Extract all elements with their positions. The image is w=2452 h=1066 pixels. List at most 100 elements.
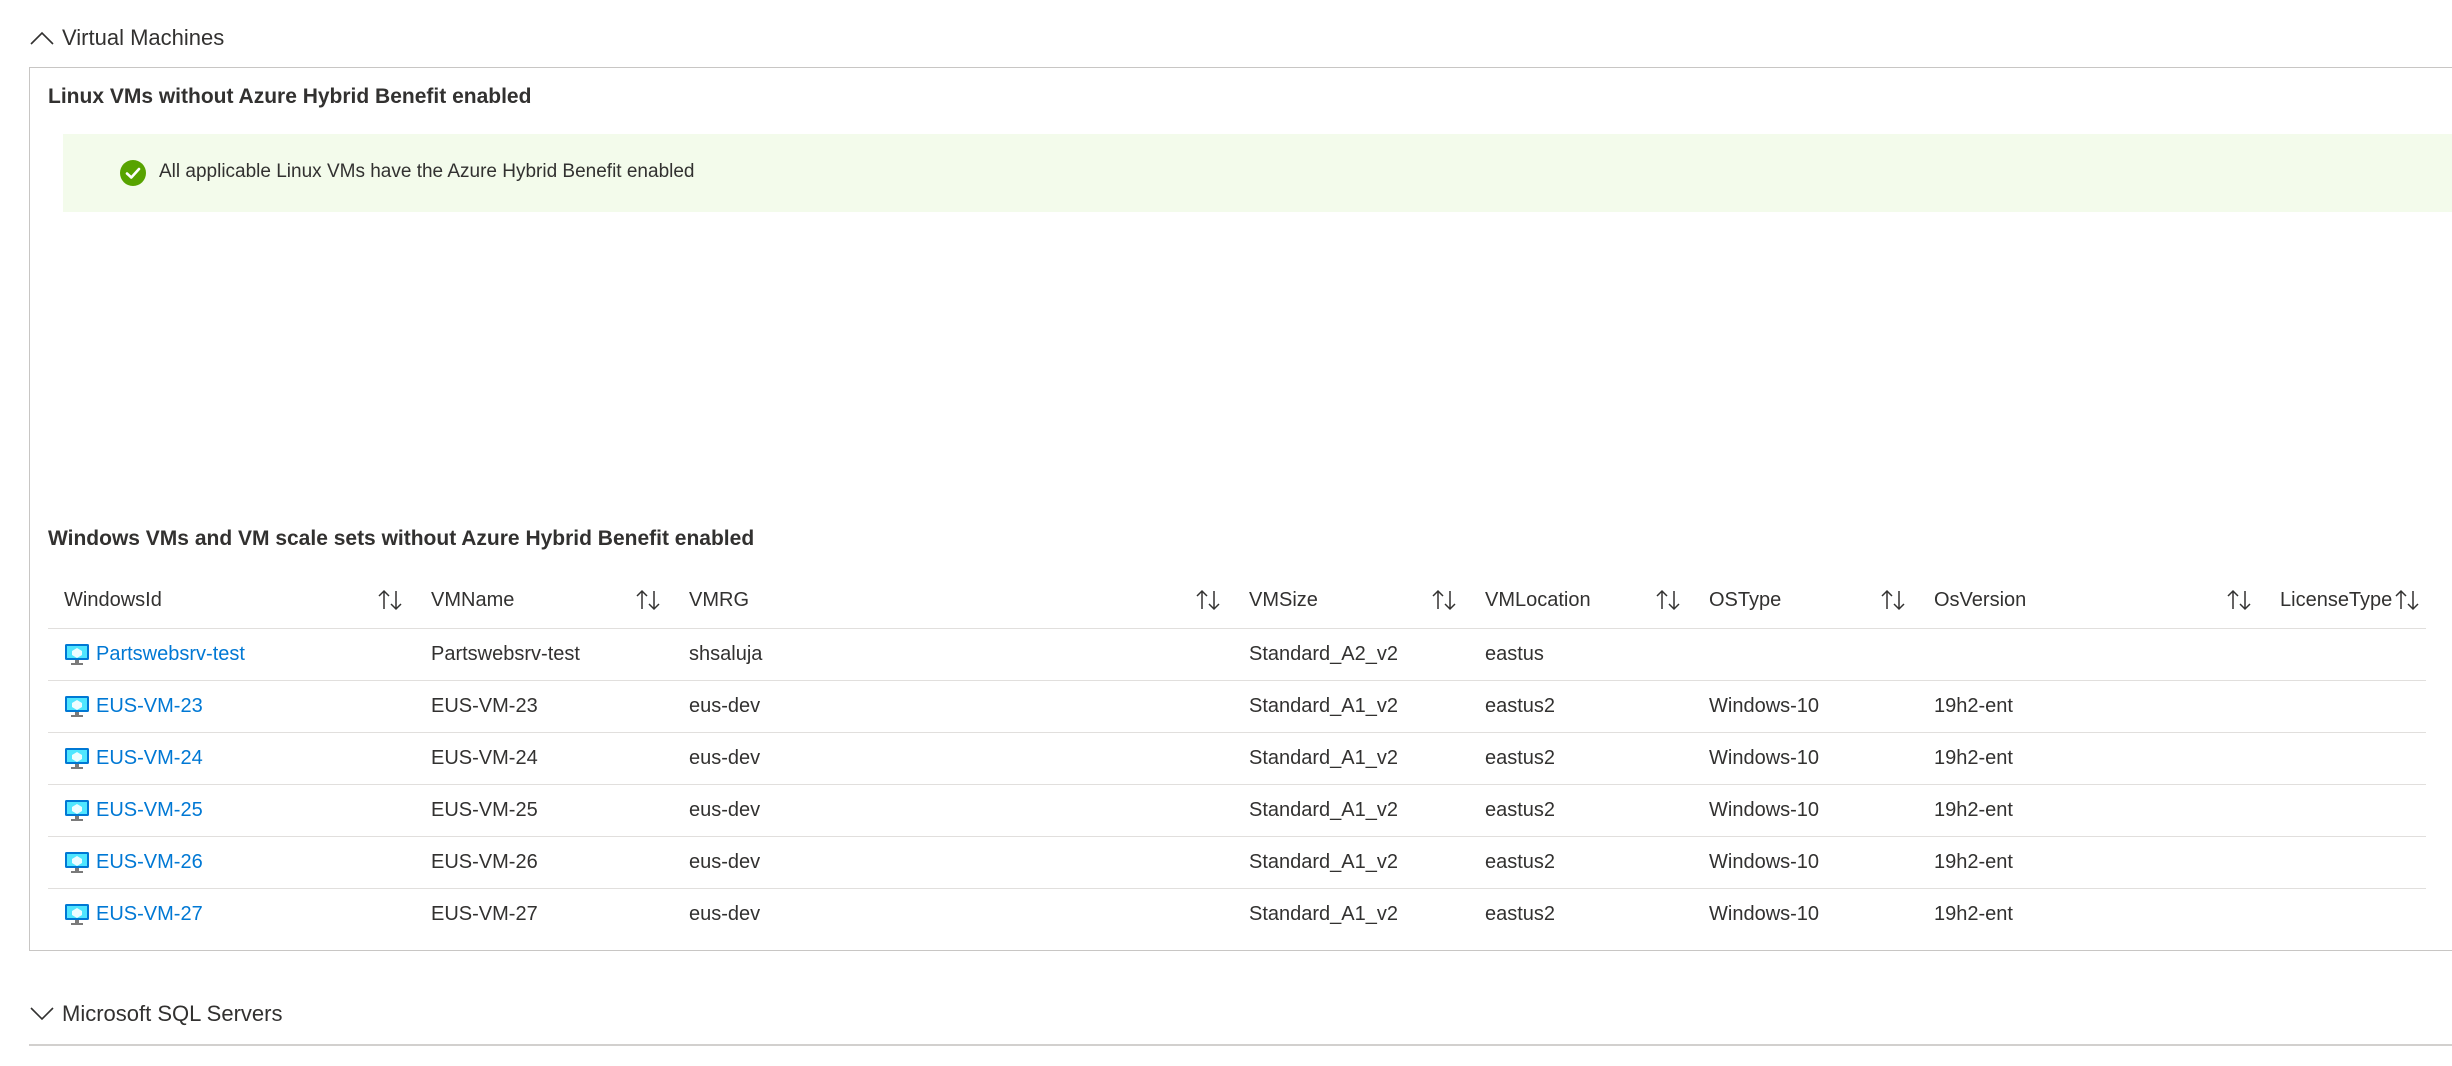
- virtual-machine-icon: [65, 903, 89, 925]
- virtual-machines-panel: Linux VMs without Azure Hybrid Benefit e…: [29, 67, 2452, 951]
- cell-location: eastus2: [1469, 680, 1693, 733]
- cell-text: Standard_A1_v2: [1249, 747, 1399, 769]
- cell-text: Windows-10: [1709, 903, 1820, 925]
- cell-rg: eus-dev: [673, 784, 1233, 837]
- cell-text: eus-dev: [689, 851, 761, 873]
- sort-arrows-icon[interactable]: [375, 588, 405, 612]
- cell-text: [2264, 851, 2280, 873]
- cell-text: eastus2: [1485, 903, 1556, 925]
- windows-vms-table: WindowsId VMName VMRG VMSize VMLocation …: [48, 572, 2427, 941]
- cell-size: Standard_A1_v2: [1233, 784, 1469, 837]
- sql-servers-section-header[interactable]: Microsoft SQL Servers: [28, 997, 282, 1031]
- column-label: VMSize: [1249, 588, 1318, 611]
- column-header-vmsize[interactable]: VMSize: [1233, 572, 1469, 629]
- table-row[interactable]: EUS-VM-23 EUS-VM-23 eus-dev Standard_A1_v2 e…: [48, 680, 2427, 733]
- cell-rg: eus-dev: [673, 889, 1233, 941]
- cell-osversion: [1918, 628, 2264, 681]
- linux-success-banner: All applicable Linux VMs have the Azure …: [63, 134, 2452, 212]
- cell-rg: eus-dev: [673, 836, 1233, 889]
- cell-windowsid[interactable]: EUS-VM-27: [48, 889, 415, 941]
- column-header-ostype[interactable]: OSType: [1693, 572, 1918, 629]
- virtual-machine-icon: [65, 643, 89, 665]
- vm-link[interactable]: EUS-VM-23: [48, 695, 415, 719]
- cell-location: eastus: [1469, 628, 1693, 681]
- sort-arrows-icon[interactable]: [2224, 588, 2254, 612]
- cell-text: EUS-VM-26: [431, 851, 538, 873]
- column-header-osversion[interactable]: OsVersion: [1918, 572, 2264, 629]
- table-row[interactable]: Partswebsrv-test Partswebsrv-test shsaluja…: [48, 628, 2427, 681]
- cell-text: Standard_A2_v2: [1249, 643, 1399, 665]
- sort-arrows-icon[interactable]: [1193, 588, 1223, 612]
- virtual-machines-section-header[interactable]: Virtual Machines: [28, 21, 224, 55]
- cell-rg: eus-dev: [673, 680, 1233, 733]
- cell-size: Standard_A1_v2: [1233, 680, 1469, 733]
- table-row[interactable]: EUS-VM-25 EUS-VM-25 eus-dev Standard_A1_v2 e…: [48, 784, 2427, 837]
- cell-size: Standard_A1_v2: [1233, 836, 1469, 889]
- cell-text: Windows-10: [1709, 747, 1820, 769]
- check-circle-icon: [120, 160, 146, 186]
- cell-location: eastus2: [1469, 889, 1693, 941]
- vm-link-text: EUS-VM-25: [96, 799, 203, 821]
- cell-location: eastus2: [1469, 836, 1693, 889]
- cell-windowsid[interactable]: EUS-VM-23: [48, 680, 415, 733]
- cell-windowsid[interactable]: EUS-VM-24: [48, 732, 415, 785]
- cell-name: EUS-VM-24: [415, 732, 673, 785]
- cell-text: eastus2: [1485, 799, 1556, 821]
- table-row[interactable]: EUS-VM-26 EUS-VM-26 eus-dev Standard_A1_v2 e…: [48, 836, 2427, 889]
- cell-size: Standard_A1_v2: [1233, 889, 1469, 941]
- windows-vms-table-body: Partswebsrv-test Partswebsrv-test shsaluja…: [48, 628, 2427, 941]
- cell-text: Standard_A1_v2: [1249, 695, 1399, 717]
- column-label: VMName: [431, 588, 515, 611]
- cell-text: Standard_A1_v2: [1249, 903, 1399, 925]
- cell-name: EUS-VM-27: [415, 889, 673, 941]
- column-label: VMRG: [689, 588, 749, 611]
- cell-ostype: Windows-10: [1693, 680, 1918, 733]
- cell-text: eus-dev: [689, 799, 761, 821]
- cell-ostype: [1693, 628, 1918, 681]
- cell-name: Partswebsrv-test: [415, 628, 673, 681]
- column-header-windowsid[interactable]: WindowsId: [48, 572, 415, 629]
- vm-link[interactable]: EUS-VM-24: [48, 747, 415, 771]
- column-header-licensetype[interactable]: LicenseType: [2264, 572, 2427, 629]
- table-row[interactable]: EUS-VM-24 EUS-VM-24 eus-dev Standard_A1_v2 e…: [48, 732, 2427, 785]
- section-title: Microsoft SQL Servers: [62, 1001, 283, 1026]
- cell-license: [2264, 628, 2427, 681]
- section-divider: [29, 1044, 2452, 1046]
- column-header-vmname[interactable]: VMName: [415, 572, 673, 629]
- cell-text: [2264, 903, 2280, 925]
- column-header-vmlocation[interactable]: VMLocation: [1469, 572, 1693, 629]
- vm-link-text: EUS-VM-26: [96, 851, 203, 873]
- virtual-machine-icon: [65, 799, 89, 821]
- chevron-up-icon: [28, 24, 56, 52]
- column-label: OSType: [1709, 588, 1782, 611]
- vm-link[interactable]: EUS-VM-26: [48, 851, 415, 875]
- cell-text: Standard_A1_v2: [1249, 851, 1399, 873]
- cell-osversion: 19h2-ent: [1918, 680, 2264, 733]
- cell-windowsid[interactable]: Partswebsrv-test: [48, 628, 415, 681]
- cell-osversion: 19h2-ent: [1918, 732, 2264, 785]
- cell-license: [2264, 836, 2427, 889]
- cell-windowsid[interactable]: EUS-VM-26: [48, 836, 415, 889]
- column-header-vmrg[interactable]: VMRG: [673, 572, 1233, 629]
- vm-link[interactable]: EUS-VM-25: [48, 799, 415, 823]
- cell-text: [2264, 747, 2280, 769]
- vm-link-text: EUS-VM-24: [96, 747, 203, 769]
- sort-arrows-icon[interactable]: [1653, 588, 1683, 612]
- column-label: OsVersion: [1934, 588, 2027, 611]
- cell-text: Standard_A1_v2: [1249, 799, 1399, 821]
- vm-link[interactable]: Partswebsrv-test: [48, 643, 415, 667]
- vm-link[interactable]: EUS-VM-27: [48, 903, 415, 927]
- sort-arrows-icon[interactable]: [1429, 588, 1459, 612]
- cell-text: Windows-10: [1709, 799, 1820, 821]
- cell-rg: eus-dev: [673, 732, 1233, 785]
- sort-arrows-icon[interactable]: [2392, 588, 2422, 612]
- sort-arrows-icon[interactable]: [633, 588, 663, 612]
- cell-osversion: 19h2-ent: [1918, 784, 2264, 837]
- cell-text: EUS-VM-24: [431, 747, 538, 769]
- cell-license: [2264, 732, 2427, 785]
- sort-arrows-icon[interactable]: [1878, 588, 1908, 612]
- vm-link-text: EUS-VM-27: [96, 903, 203, 925]
- table-row[interactable]: EUS-VM-27 EUS-VM-27 eus-dev Standard_A1_v2 e…: [48, 889, 2426, 941]
- cell-windowsid[interactable]: EUS-VM-25: [48, 784, 415, 837]
- cell-ostype: Windows-10: [1693, 784, 1918, 837]
